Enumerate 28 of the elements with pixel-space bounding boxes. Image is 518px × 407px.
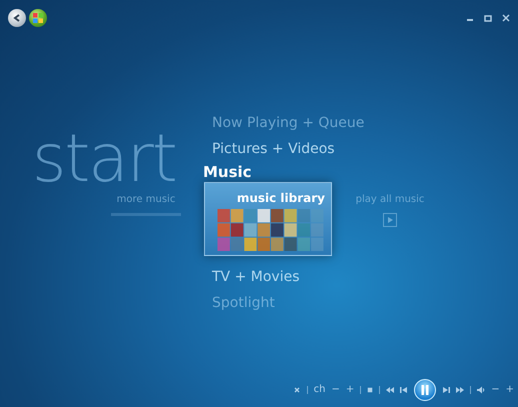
channel-down-button[interactable]: − — [331, 385, 340, 395]
menu-category[interactable]: Music — [203, 162, 518, 182]
menu-category[interactable]: TV + Movies — [212, 264, 518, 290]
rewind-icon[interactable] — [386, 386, 394, 394]
volume-down-button[interactable]: − — [491, 385, 500, 395]
channel-label: ch — [314, 385, 326, 395]
windows-logo-button[interactable] — [29, 9, 47, 27]
menu-category[interactable]: Now Playing + Queue — [212, 110, 518, 136]
close-icon[interactable] — [502, 14, 510, 22]
pause-icon — [421, 385, 430, 395]
back-button[interactable] — [8, 9, 26, 27]
channel-up-button[interactable]: + — [346, 385, 354, 395]
volume-up-button[interactable]: + — [506, 385, 514, 395]
music-library-tile[interactable]: music library — [204, 182, 332, 256]
speaker-icon[interactable] — [477, 386, 486, 394]
previous-icon[interactable] — [400, 386, 408, 394]
windows-logo-icon — [33, 13, 43, 23]
stop-icon[interactable] — [367, 387, 374, 393]
menu-option[interactable]: play all music — [356, 194, 424, 205]
start-heading: start — [32, 130, 176, 188]
pause-button[interactable] — [414, 379, 436, 401]
mute-icon[interactable] — [292, 386, 301, 394]
menu-category[interactable]: Pictures + Videos — [212, 136, 518, 162]
next-icon[interactable] — [442, 386, 450, 394]
fast-forward-icon[interactable] — [456, 386, 464, 394]
menu-option[interactable]: more music — [116, 194, 176, 205]
restore-icon[interactable] — [484, 14, 492, 22]
menu-category[interactable]: Spotlight — [212, 290, 518, 316]
